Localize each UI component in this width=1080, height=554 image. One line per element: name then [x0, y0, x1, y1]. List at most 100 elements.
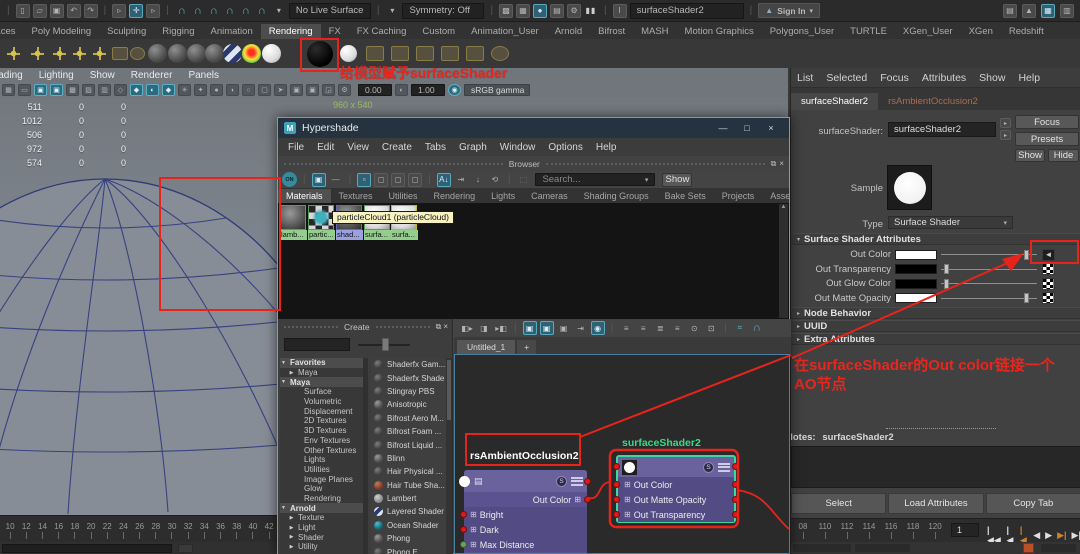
hypershade-titlebar[interactable]: M Hypershade — □ ×: [278, 118, 789, 138]
new-scene-icon[interactable]: ▯: [16, 4, 30, 18]
viewport-toolbar-icon[interactable]: ▩: [66, 84, 79, 96]
layout-3-icon[interactable]: ≣: [653, 321, 667, 335]
section-surface-shader-attributes[interactable]: ▾ Surface Shader Attributes: [791, 233, 1080, 245]
browser-panel-header[interactable]: Browser ⧉ ×: [278, 156, 789, 171]
shader-list-item[interactable]: Hair Physical ...: [371, 465, 446, 478]
create-tree-item[interactable]: ▶Utility: [280, 542, 363, 552]
view-transform-dropdown[interactable]: sRGB gamma: [464, 84, 530, 96]
viewport-toolbar-icon[interactable]: ◆: [130, 84, 143, 96]
section-uuid[interactable]: ▸UUID: [791, 320, 1080, 332]
create-tree-item[interactable]: Glow: [280, 484, 363, 494]
spot-light-icon[interactable]: [30, 46, 45, 61]
viewport-toolbar-icon[interactable]: ⚙: [338, 84, 351, 96]
layout-2-icon[interactable]: ≡: [636, 321, 650, 335]
create-tree-item[interactable]: 3D Textures: [280, 426, 363, 436]
ss-node-title[interactable]: surfaceShader2: [622, 437, 701, 449]
ae-menu-item[interactable]: Selected: [826, 72, 867, 84]
standard-surface-material-icon[interactable]: [148, 44, 167, 63]
snap-curve-icon[interactable]: ∩: [191, 5, 205, 17]
swatch-render-on-icon[interactable]: ON: [282, 172, 297, 187]
clear-graph-icon[interactable]: ▣: [557, 321, 571, 335]
ao-node-title[interactable]: rsAmbientOcclusion2: [470, 450, 579, 462]
frame-all-icon[interactable]: ⊡: [704, 321, 718, 335]
material-swatch[interactable]: partic...: [308, 205, 335, 241]
input-port[interactable]: [460, 541, 467, 548]
browser-tab[interactable]: Bake Sets: [657, 189, 714, 203]
hypershade-menu-item[interactable]: Edit: [317, 142, 334, 153]
make-live-icon[interactable]: ∩: [255, 5, 269, 17]
snap-to-grid-icon[interactable]: ∩: [750, 322, 764, 334]
shelf-tab[interactable]: Motion Graphics: [677, 24, 762, 39]
shelf-tab[interactable]: FX Caching: [349, 24, 415, 39]
exposure-field[interactable]: 0.00: [358, 84, 392, 96]
slider-handle[interactable]: [944, 279, 949, 289]
section-extra-attributes[interactable]: ▸Extra Attributes: [791, 333, 1080, 345]
focus-button[interactable]: Focus: [1015, 115, 1079, 129]
expand-rows-icon[interactable]: [571, 477, 583, 486]
node-graph[interactable]: rsAmbientOcclusion2 ▤ S Out Color ⊞: [454, 354, 790, 554]
shelf-tab[interactable]: Polygons_User: [762, 24, 842, 39]
attribute-slider[interactable]: [941, 279, 1037, 289]
directional-light-icon[interactable]: [92, 46, 107, 61]
render-layer-shelf-icon[interactable]: [441, 46, 459, 61]
shader-list-item[interactable]: Anisotropic: [371, 398, 446, 411]
shelf-tab[interactable]: Animation_User: [463, 24, 547, 39]
attribute-slider[interactable]: [941, 293, 1037, 303]
ae-menu-item[interactable]: Help: [1018, 72, 1040, 84]
input-port[interactable]: [613, 481, 620, 488]
render-settings-shelf-icon[interactable]: [366, 46, 384, 61]
ss-out-port[interactable]: [732, 463, 739, 470]
create-tree-item[interactable]: ▼Arnold: [280, 503, 363, 513]
anim-prefs-icon[interactable]: [1041, 544, 1076, 552]
show-button[interactable]: Show: [1015, 149, 1045, 162]
sign-in-button[interactable]: ▲ Sign In ▾: [758, 3, 820, 18]
shader-list-item[interactable]: Layered Shader: [371, 505, 446, 518]
select-tool-icon[interactable]: ▹: [112, 4, 126, 18]
create-tree-item[interactable]: ▶Light: [280, 523, 363, 533]
ambient-light-icon[interactable]: [72, 46, 87, 61]
shader-list-item[interactable]: Bifrost Aero M...: [371, 412, 446, 425]
range-slider[interactable]: [0, 542, 277, 554]
create-tree-item[interactable]: ▼Favorites: [280, 358, 363, 368]
viewport-toolbar-icon[interactable]: ▦: [2, 84, 15, 96]
shader-list-item[interactable]: Phong E: [371, 545, 446, 554]
browser-tab[interactable]: Utilities: [381, 189, 426, 203]
hypershade-menu-item[interactable]: Create: [382, 142, 412, 153]
input-port[interactable]: [613, 511, 620, 518]
shelf-tab[interactable]: FX: [321, 24, 349, 39]
texture-connection-icon[interactable]: ◄: [1042, 249, 1055, 261]
ae-menu-item[interactable]: Show: [979, 72, 1005, 84]
viewport-toolbar-icon[interactable]: ✳: [178, 84, 191, 96]
pin-nodes-icon[interactable]: ⇥: [574, 321, 588, 335]
input-port[interactable]: [460, 526, 467, 533]
notes-divider[interactable]: [886, 428, 996, 429]
symmetry-chevron-icon[interactable]: ▾: [385, 4, 399, 18]
section-node-behavior[interactable]: ▸Node Behavior: [791, 307, 1080, 319]
shader-list-item[interactable]: Bifrost Liquid ...: [371, 438, 446, 451]
render-target-shelf-icon[interactable]: [491, 46, 509, 61]
create-panel-header[interactable]: Create ⧉ ×: [278, 319, 452, 334]
ae-menu-item[interactable]: List: [797, 72, 813, 84]
swatch-size-2-icon[interactable]: ◻: [374, 173, 388, 187]
ae-footer-button[interactable]: Load Attributes: [888, 493, 983, 514]
create-tree-item[interactable]: ▶Texture: [280, 513, 363, 523]
output-port[interactable]: [732, 481, 739, 488]
redo-icon[interactable]: ↷: [84, 4, 98, 18]
shader-list-item[interactable]: Lambert: [371, 492, 446, 505]
viewport-toolbar-icon[interactable]: ▣: [306, 84, 319, 96]
swatch-small-icon[interactable]: ▣: [312, 173, 326, 187]
float-panel-icon[interactable]: ⧉: [436, 322, 442, 332]
ae-node-tab[interactable]: rsAmbientOcclusion2: [878, 93, 988, 110]
material-thumbnail[interactable]: [280, 205, 306, 230]
shelf-tab[interactable]: Redshift: [1001, 24, 1052, 39]
minimize-icon[interactable]: —: [711, 120, 735, 136]
viewport-menu-item[interactable]: Shading: [0, 70, 23, 81]
color-management-icon[interactable]: ◉: [448, 84, 461, 96]
render-settings-icon[interactable]: ▤: [550, 4, 564, 18]
playback-start-field[interactable]: [2, 544, 172, 553]
swatch-size-3-icon[interactable]: ◻: [391, 173, 405, 187]
viewport-menu-item[interactable]: Lighting: [39, 70, 74, 81]
node-attr-row[interactable]: ⊞ Out Matte Opacity: [618, 492, 734, 507]
hide-button[interactable]: Hide: [1048, 149, 1079, 162]
save-scene-icon[interactable]: ▣: [50, 4, 64, 18]
